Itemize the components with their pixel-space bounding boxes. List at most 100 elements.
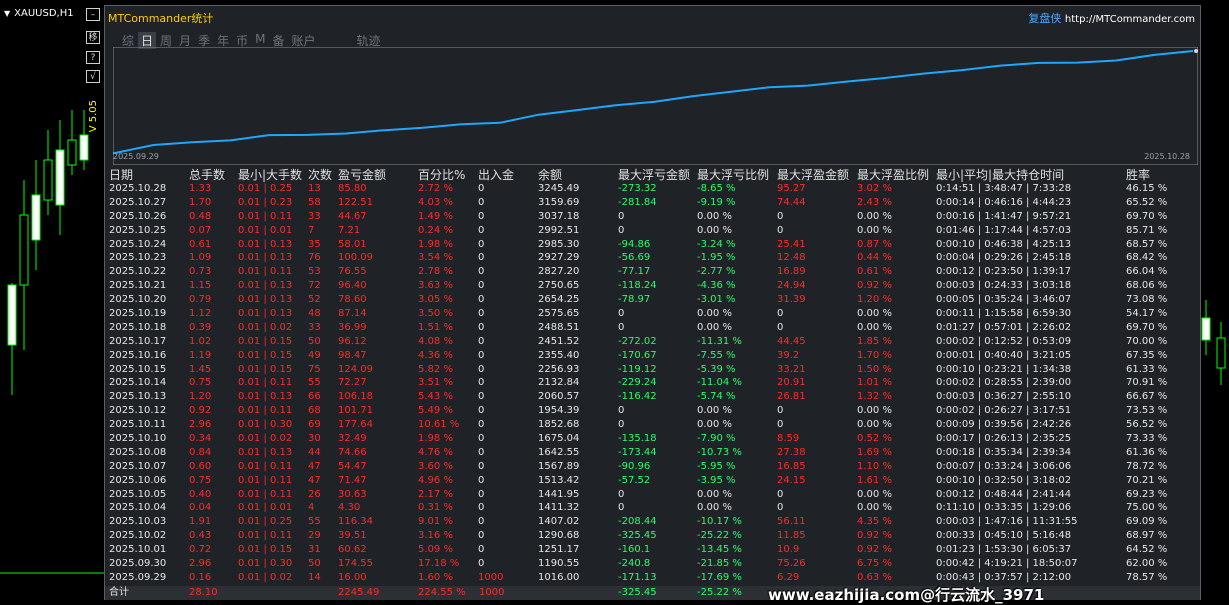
table-cell: 0:00:09 | 0:39:56 | 2:42:26: [936, 419, 1072, 431]
table-cell: 68.57 %: [1126, 238, 1168, 250]
table-row[interactable]: 2025.10.12 0.92 0.01 | 0.11 68 101.71 5.49 % 0…: [105, 404, 1200, 418]
total-percent: 224.55 %: [418, 587, 466, 598]
table-cell: 0.01 | 0.02: [238, 571, 293, 583]
table-cell: 47: [308, 460, 321, 472]
table-row[interactable]: 2025.10.16 1.19 0.01 | 0.15 49 98.47 4.36 % 0 2…: [105, 349, 1200, 363]
dropdown-triangle-icon[interactable]: ▼: [4, 9, 10, 18]
table-row[interactable]: 2025.10.06 0.75 0.01 | 0.11 47 71.47 4.96 % 0 1…: [105, 474, 1200, 488]
table-cell: 0.00 %: [857, 308, 892, 320]
table-row[interactable]: 2025.10.15 1.45 0.01 | 0.15 75 124.09 5.82 % 0…: [105, 363, 1200, 377]
table-cell: 2025.10.07: [109, 460, 167, 472]
table-cell: 85.71 %: [1126, 224, 1168, 236]
table-cell: 7: [308, 224, 315, 236]
table-cell: -25.22 %: [697, 530, 742, 542]
table-cell: 69.23 %: [1126, 488, 1168, 500]
minimize-button[interactable]: –: [86, 8, 100, 21]
table-cell: 101.71: [338, 405, 373, 417]
table-cell: 0:00:04 | 0:29:26 | 2:45:18: [936, 252, 1072, 264]
table-row[interactable]: 2025.10.13 1.20 0.01 | 0.13 66 106.18 5.43 % 0…: [105, 390, 1200, 404]
table-cell: 2025.10.06: [109, 474, 167, 486]
brand-url[interactable]: http://MTCommander.com: [1065, 14, 1195, 25]
table-row[interactable]: 2025.10.02 0.43 0.01 | 0.11 29 39.51 3.16 % 0 1…: [105, 529, 1200, 543]
table-cell: 0: [777, 419, 784, 431]
table-cell: 0: [618, 308, 625, 320]
brand-link[interactable]: 复盘侠 http://MTCommander.com: [1028, 10, 1195, 26]
equity-curve-chart: 2025.09.29 2025.10.28: [113, 47, 1198, 165]
table-cell: 0.01 | 0.02: [238, 433, 293, 445]
column-header: 百分比%: [418, 168, 466, 182]
help-button[interactable]: ?: [86, 51, 100, 64]
table-cell: 1954.39: [538, 405, 580, 417]
table-row[interactable]: 2025.09.29 0.16 0.01 | 0.02 14 16.00 1.60 % 10…: [105, 571, 1200, 585]
table-cell: 68.42 %: [1126, 252, 1168, 264]
table-cell: 2025.10.14: [109, 377, 167, 389]
table-cell: 33.21: [777, 363, 806, 375]
table-cell: 33: [308, 321, 321, 333]
table-cell: -3.95 %: [697, 474, 736, 486]
table-row[interactable]: 2025.10.23 1.09 0.01 | 0.13 76 100.09 3.54 % 0…: [105, 251, 1200, 265]
table-row[interactable]: 2025.10.14 0.75 0.01 | 0.11 55 72.27 3.51 % 0 2…: [105, 376, 1200, 390]
total-lots: 28.10: [189, 587, 218, 598]
table-cell: 4.96 %: [418, 474, 453, 486]
table-cell: -5.39 %: [697, 363, 736, 375]
table-row[interactable]: 2025.10.25 0.07 0.01 | 0.01 7 7.21 0.24 % 0 299…: [105, 224, 1200, 238]
table-row[interactable]: 2025.10.10 0.34 0.01 | 0.02 30 32.49 1.98 % 0 1…: [105, 432, 1200, 446]
table-row[interactable]: 2025.10.17 1.02 0.01 | 0.15 50 96.12 4.08 % 0 2…: [105, 335, 1200, 349]
move-icon: 移: [88, 33, 98, 43]
table-cell: 0.01 | 0.13: [238, 308, 293, 320]
table-row[interactable]: 2025.10.22 0.73 0.01 | 0.11 53 76.55 2.78 % 0 2…: [105, 265, 1200, 279]
table-row[interactable]: 2025.10.04 0.04 0.01 | 0.01 4 4.30 0.31 % 0 141…: [105, 501, 1200, 515]
table-cell: 0: [777, 210, 784, 222]
table-row[interactable]: 2025.10.11 2.96 0.01 | 0.30 69 177.64 10.61 %…: [105, 418, 1200, 432]
table-cell: 30: [308, 433, 321, 445]
table-cell: 75.26: [777, 558, 806, 570]
table-row[interactable]: 2025.10.27 1.70 0.01 | 0.23 58 122.51 4.03 % 0…: [105, 196, 1200, 210]
table-cell: -10.17 %: [697, 516, 742, 528]
table-cell: 1.45: [189, 363, 212, 375]
table-row[interactable]: 2025.10.20 0.79 0.01 | 0.13 52 78.60 3.05 % 0 2…: [105, 293, 1200, 307]
table-cell: 0:00:43 | 0:37:57 | 2:12:00: [936, 571, 1072, 583]
table-row[interactable]: 2025.10.28 1.33 0.01 | 0.25 13 85.80 2.72 % 0 3…: [105, 182, 1200, 196]
chart-symbol-title[interactable]: ▼ XAUUSD,H1: [4, 8, 74, 19]
table-cell: 1407.02: [538, 516, 580, 528]
table-cell: 0:01:23 | 1:53:30 | 6:05:37: [936, 544, 1072, 556]
table-cell: 106.18: [338, 391, 373, 403]
table-row[interactable]: 2025.10.21 1.15 0.01 | 0.13 72 96.40 3.63 % 0 2…: [105, 279, 1200, 293]
table-cell: 56.11: [777, 516, 806, 528]
table-cell: 0.92 %: [857, 544, 892, 556]
table-row[interactable]: 2025.10.26 0.48 0.01 | 0.11 33 44.67 1.49 % 0 3…: [105, 210, 1200, 224]
table-row[interactable]: 2025.10.24 0.61 0.01 | 0.13 35 58.01 1.98 % 0 2…: [105, 238, 1200, 252]
table-cell: 6.29: [777, 571, 800, 583]
table-cell: 1513.42: [538, 474, 580, 486]
table-row[interactable]: 2025.10.18 0.39 0.01 | 0.02 33 36.99 1.51 % 0 2…: [105, 321, 1200, 335]
table-row[interactable]: 2025.10.05 0.40 0.01 | 0.11 26 30.63 2.17 % 0 1…: [105, 488, 1200, 502]
table-cell: -1.95 %: [697, 252, 736, 264]
table-row[interactable]: 2025.10.08 0.84 0.01 | 0.13 44 74.66 4.76 % 0 1…: [105, 446, 1200, 460]
table-row[interactable]: 2025.10.19 1.12 0.01 | 0.13 48 87.14 3.50 % 0 2…: [105, 307, 1200, 321]
table-cell: -116.42: [618, 391, 657, 403]
table-row[interactable]: 2025.09.30 2.96 0.01 | 0.30 50 174.55 17.18 %…: [105, 557, 1200, 571]
total-max-float-loss-pct: -25.22 %: [697, 587, 742, 598]
table-row[interactable]: 2025.10.03 1.91 0.01 | 0.25 55 116.34 9.01 % 0…: [105, 515, 1200, 529]
table-cell: 0.39: [189, 321, 212, 333]
table-cell: 0.63 %: [857, 571, 892, 583]
candle-body: [43, 159, 53, 201]
table-row[interactable]: 2025.10.07 0.60 0.01 | 0.11 47 54.47 3.60 % 0 1…: [105, 460, 1200, 474]
brand-name: 复盘侠: [1028, 12, 1062, 25]
table-cell: 1290.68: [538, 530, 580, 542]
table-cell: 0.52 %: [857, 433, 892, 445]
column-header: 最大浮亏金额: [618, 168, 691, 182]
table-cell: 44.67: [338, 210, 367, 222]
move-button[interactable]: 移: [86, 31, 100, 44]
table-cell: -281.84: [618, 196, 657, 208]
table-row[interactable]: 2025.10.01 0.72 0.01 | 0.15 31 60.62 5.09 % 0 1…: [105, 543, 1200, 557]
confirm-button[interactable]: √: [86, 70, 100, 83]
table-cell: 36.99: [338, 321, 367, 333]
table-cell: 47: [308, 474, 321, 486]
table-cell: 0.00 %: [697, 419, 732, 431]
table-cell: 0: [478, 252, 485, 264]
table-cell: 70.91 %: [1126, 377, 1168, 389]
table-cell: -78.97: [618, 294, 651, 306]
table-cell: 50: [308, 335, 321, 347]
table-cell: -325.45: [618, 530, 657, 542]
